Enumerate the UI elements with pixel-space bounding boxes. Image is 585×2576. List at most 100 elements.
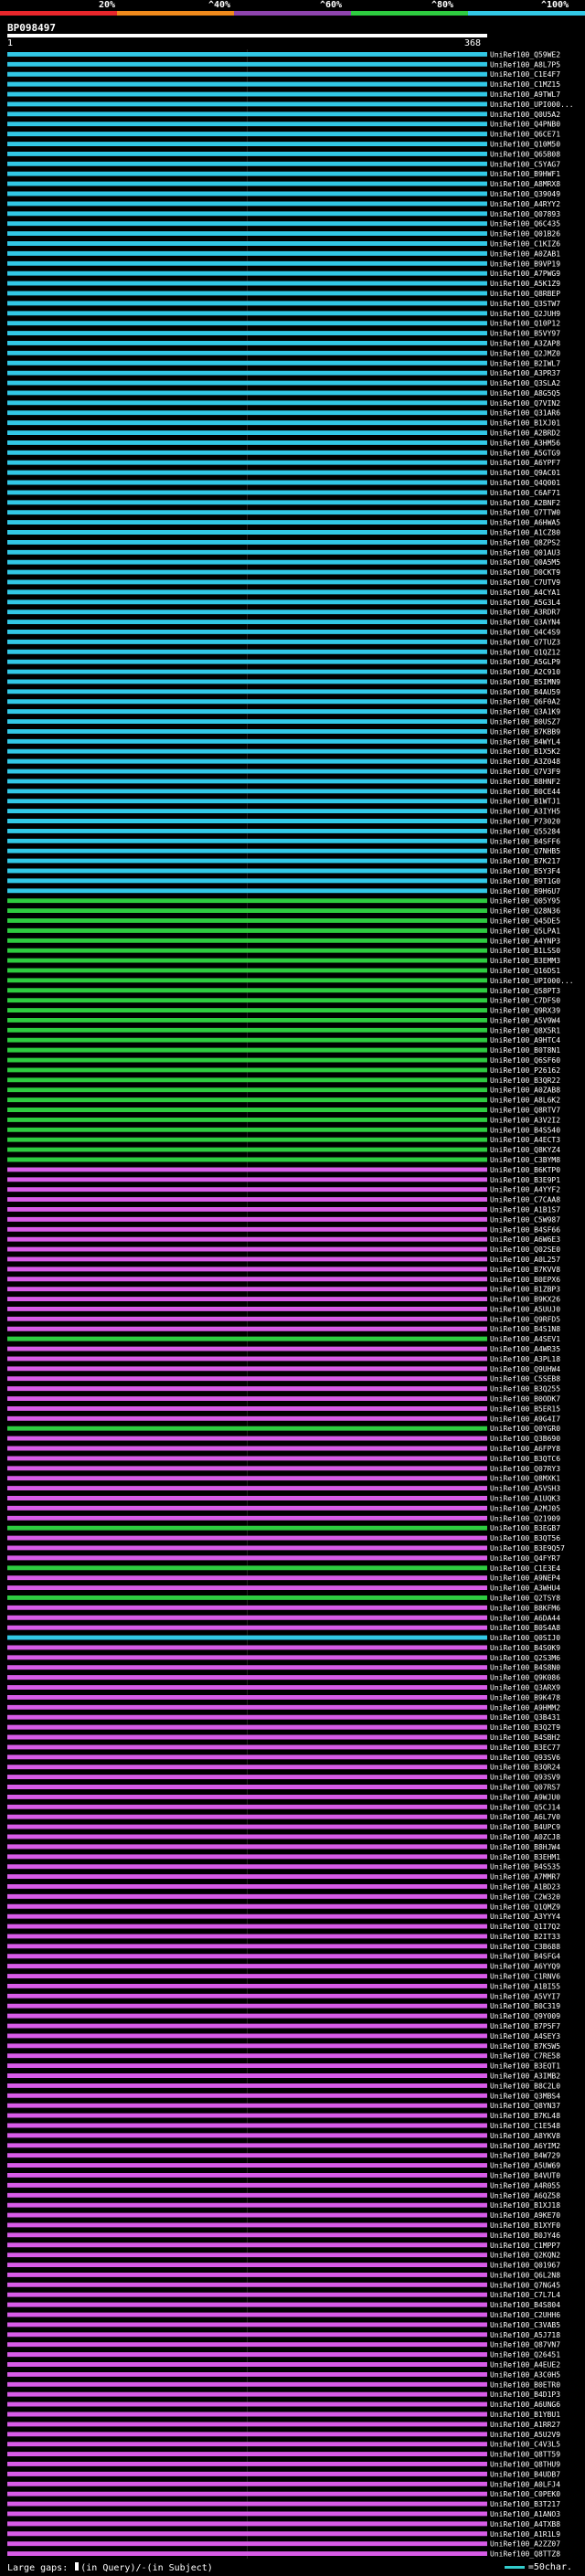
hit-row[interactable]: UniRef100_A5U2V9 [7,2431,560,2439]
hit-row[interactable]: UniRef100_Q6L2N8 [7,2271,560,2279]
hit-label[interactable]: UniRef100_Q4FYR7 [490,1554,560,1563]
hit-label[interactable]: UniRef100_Q6C435 [490,220,560,228]
hit-row[interactable]: UniRef100_Q87VN7 [7,2341,560,2349]
hit-row[interactable]: UniRef100_Q05Y95 [7,897,560,906]
hit-label[interactable]: UniRef100_B3QR24 [490,1764,560,1772]
hit-row[interactable]: UniRef100_B4VUT0 [7,2171,560,2179]
hit-row[interactable]: UniRef100_C0PEK0 [7,2490,560,2498]
hit-row[interactable]: UniRef100_B4SFG4 [7,1953,560,1961]
hit-row[interactable]: UniRef100_C7DFS0 [7,997,560,1005]
hit-label[interactable]: UniRef100_A4SEV1 [490,1335,560,1343]
hit-label[interactable]: UniRef100_B3E9P1 [490,1176,560,1184]
hit-label[interactable]: UniRef100_B3E9Q57 [490,1544,565,1553]
hit-row[interactable]: UniRef100_A6L7V0 [7,1813,560,1821]
hit-row[interactable]: UniRef100_Q8KYZ4 [7,1146,560,1154]
hit-label[interactable]: UniRef100_Q0A5M5 [490,558,560,567]
hit-row[interactable]: UniRef100_A1B1S7 [7,1205,560,1214]
hit-row[interactable]: UniRef100_B4D1P3 [7,2390,560,2399]
hit-row[interactable]: UniRef100_A2ZZ07 [7,2540,560,2549]
hit-label[interactable]: UniRef100_Q7NG45 [490,2281,560,2289]
hit-label[interactable]: UniRef100_Q3A1K9 [490,708,560,716]
hit-row[interactable]: UniRef100_Q9K086 [7,1674,560,1682]
hit-label[interactable]: UniRef100_B3EC77 [490,1744,560,1752]
hit-row[interactable]: UniRef100_A5UW69 [7,2162,560,2170]
hit-row[interactable]: UniRef100_A3PL18 [7,1355,560,1363]
hit-label[interactable]: UniRef100_B8KFM6 [490,1604,560,1612]
hit-label[interactable]: UniRef100_B5IMN9 [490,678,560,686]
hit-row[interactable]: UniRef100_C1E3E4 [7,1564,560,1573]
hit-row[interactable]: UniRef100_A8L7P5 [7,60,560,69]
hit-label[interactable]: UniRef100_Q5CJ14 [490,1803,560,1811]
hit-label[interactable]: UniRef100_A2BNF2 [490,499,560,507]
hit-label[interactable]: UniRef100_B4S1N8 [490,1325,560,1333]
hit-label[interactable]: UniRef100_B1LSS0 [490,947,560,955]
hit-label[interactable]: UniRef100_Q87VN7 [490,2341,560,2349]
hit-label[interactable]: UniRef100_C5YAG7 [490,160,560,168]
hit-label[interactable]: UniRef100_Q9UHW4 [490,1365,560,1373]
hit-row[interactable]: UniRef100_C1E4F7 [7,70,560,79]
hit-label[interactable]: UniRef100_Q2JMZ0 [490,349,560,357]
hit-label[interactable]: UniRef100_B7P5F7 [490,2022,560,2030]
hit-label[interactable]: UniRef100_B9HWF1 [490,170,560,178]
hit-label[interactable]: UniRef100_A3Z048 [490,758,560,766]
hit-row[interactable]: UniRef100_B0JY46 [7,2231,560,2240]
hit-row[interactable]: UniRef100_A4SEV1 [7,1335,560,1343]
hit-row[interactable]: UniRef100_Q8TT59 [7,2451,560,2459]
hit-label[interactable]: UniRef100_B3EMM3 [490,957,560,965]
hit-label[interactable]: UniRef100_B4UDB7 [490,2470,560,2478]
hit-label[interactable]: UniRef100_Q3SLA2 [490,379,560,387]
hit-label[interactable]: UniRef100_A9WJU0 [490,1793,560,1801]
hit-label[interactable]: UniRef100_B8C2L0 [490,2082,560,2090]
hit-label[interactable]: UniRef100_B4AU59 [490,688,560,696]
hit-row[interactable]: UniRef100_A3PR37 [7,369,560,377]
hit-label[interactable]: UniRef100_B1ZBP3 [490,1286,560,1294]
hit-label[interactable]: UniRef100_Q1QZ12 [490,648,560,656]
hit-row[interactable]: UniRef100_B1XYF0 [7,2221,560,2230]
hit-row[interactable]: UniRef100_A4TXB8 [7,2520,560,2528]
hit-label[interactable]: UniRef100_B3QTC6 [490,1455,560,1463]
hit-row[interactable]: UniRef100_B3Q2T9 [7,1723,560,1732]
hit-label[interactable]: UniRef100_A3ZAP8 [490,339,560,347]
hit-row[interactable]: UniRef100_Q39049 [7,190,560,198]
hit-label[interactable]: UniRef100_Q9K086 [490,1674,560,1682]
hit-row[interactable]: UniRef100_P26162 [7,1066,560,1075]
hit-row[interactable]: UniRef100_Q01AU3 [7,548,560,557]
hit-row[interactable]: UniRef100_Q31AR6 [7,409,560,418]
hit-row[interactable]: UniRef100_C3BYM8 [7,1156,560,1164]
hit-label[interactable]: UniRef100_Q3B690 [490,1435,560,1443]
hit-label[interactable]: UniRef100_Q10P12 [490,320,560,328]
hit-row[interactable]: UniRef100_B4UDB7 [7,2470,560,2478]
hit-label[interactable]: UniRef100_Q1QMZ9 [490,1903,560,1911]
hit-row[interactable]: UniRef100_A3WHU4 [7,1585,560,1593]
hit-label[interactable]: UniRef100_A3C0H5 [490,2370,560,2379]
hit-row[interactable]: UniRef100_B7KBB9 [7,727,560,736]
hit-label[interactable]: UniRef100_A1BI55 [490,1982,560,1990]
hit-label[interactable]: UniRef100_A3WHU4 [490,1585,560,1593]
hit-row[interactable]: UniRef100_Q2JMZ0 [7,349,560,357]
hit-label[interactable]: UniRef100_B7K5W5 [490,2042,560,2051]
hit-label[interactable]: UniRef100_B4WYL4 [490,737,560,746]
hit-label[interactable]: UniRef100_Q10M50 [490,141,560,149]
hit-label[interactable]: UniRef100_C3BYM8 [490,1156,560,1164]
hit-label[interactable]: UniRef100_Q0SIJ0 [490,1634,560,1642]
hit-label[interactable]: UniRef100_Q9RX39 [490,1007,560,1015]
hit-row[interactable]: UniRef100_A0LFJ4 [7,2480,560,2488]
hit-row[interactable]: UniRef100_Q8THU9 [7,2460,560,2468]
hit-row[interactable]: UniRef100_B1LSS0 [7,947,560,955]
hit-row[interactable]: UniRef100_Q6CE71 [7,131,560,139]
hit-row[interactable]: UniRef100_Q1QZ12 [7,648,560,656]
hit-label[interactable]: UniRef100_B0JY46 [490,2231,560,2240]
hit-label[interactable]: UniRef100_Q8ZPS2 [490,538,560,546]
hit-row[interactable]: UniRef100_A1R1L9 [7,2530,560,2539]
hit-row[interactable]: UniRef100_A1CZ80 [7,528,560,536]
hit-row[interactable]: UniRef100_C4V3L5 [7,2441,560,2449]
hit-row[interactable]: UniRef100_A6HWA5 [7,519,560,527]
hit-row[interactable]: UniRef100_B2IT33 [7,1933,560,1941]
hit-label[interactable]: UniRef100_B9T1G0 [490,877,560,885]
hit-row[interactable]: UniRef100_B3EHM1 [7,1853,560,1861]
hit-row[interactable]: UniRef100_A4YNP3 [7,937,560,945]
hit-label[interactable]: UniRef100_A2ZZ07 [490,2540,560,2549]
hit-row[interactable]: UniRef100_Q5LPA1 [7,927,560,935]
hit-row[interactable]: UniRef100_A9G4I7 [7,1415,560,1423]
hit-row[interactable]: UniRef100_A8MRX8 [7,180,560,188]
